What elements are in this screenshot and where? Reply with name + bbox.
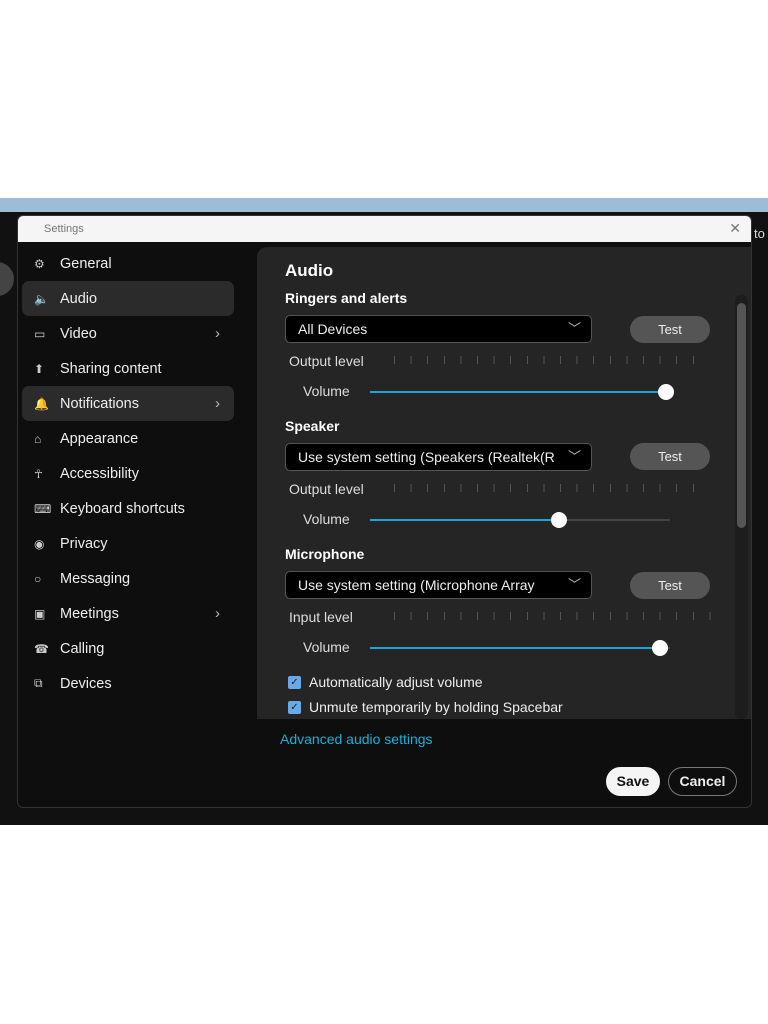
sidebar-item-notifications[interactable]: 🔔 Notifications › bbox=[22, 386, 234, 421]
calling-icon: ☎ bbox=[34, 641, 49, 656]
chevron-right-icon: › bbox=[215, 325, 220, 342]
devices-icon: ⧉ bbox=[34, 676, 43, 690]
ringers-volume-slider[interactable] bbox=[370, 384, 674, 400]
sidebar-item-video[interactable]: ▭ Video › bbox=[22, 316, 234, 351]
checkbox-checked-icon: ✓ bbox=[288, 675, 301, 689]
audio-panel: Audio Ringers and alerts All Devices ﹀ Te… bbox=[257, 247, 751, 719]
speaker-volume-slider[interactable] bbox=[370, 512, 670, 528]
appearance-icon: ⌂ bbox=[34, 431, 42, 446]
settings-dialog: Settings ✕ ⚙ General 🔈 Audio ▭ Video › ⬆ Sharing… bbox=[17, 215, 752, 808]
sharing-content-icon: ⬆ bbox=[34, 361, 45, 376]
sidebar-item-label: General bbox=[60, 255, 112, 272]
messaging-icon: ○ bbox=[34, 571, 42, 586]
unmute-spacebar-label: Unmute temporarily by holding Spacebar bbox=[309, 699, 563, 715]
sidebar-item-keyboard-shortcuts[interactable]: ⌨ Keyboard shortcuts bbox=[22, 491, 234, 526]
ringers-test-button[interactable]: Test bbox=[630, 316, 710, 343]
notifications-icon: 🔔 bbox=[34, 396, 49, 411]
ringers-level-meter bbox=[394, 356, 704, 364]
sidebar-item-devices[interactable]: ⧉ Devices bbox=[22, 666, 234, 701]
chevron-down-icon: ﹀ bbox=[567, 577, 581, 592]
accessibility-icon: ☥ bbox=[34, 466, 43, 481]
chevron-right-icon: › bbox=[215, 395, 220, 412]
cancel-button[interactable]: Cancel bbox=[668, 767, 737, 796]
speaker-device-value: Use system setting (Speakers (Realtek(R bbox=[298, 449, 555, 465]
scrollbar-thumb[interactable] bbox=[737, 303, 746, 528]
sidebar-item-label: Video bbox=[60, 325, 97, 342]
speaker-level-meter bbox=[394, 484, 704, 492]
save-button[interactable]: Save bbox=[606, 767, 660, 796]
ringers-device-select[interactable]: All Devices ﹀ bbox=[285, 315, 592, 343]
sidebar-item-calling[interactable]: ☎ Calling bbox=[22, 631, 234, 666]
video-icon: ▭ bbox=[34, 326, 46, 341]
sidebar-item-meetings[interactable]: ▣ Meetings › bbox=[22, 596, 234, 631]
speaker-device-select[interactable]: Use system setting (Speakers (Realtek(R ﹀ bbox=[285, 443, 592, 471]
microphone-device-value: Use system setting (Microphone Array bbox=[298, 577, 535, 593]
meetings-icon: ▣ bbox=[34, 606, 46, 621]
microphone-level-meter bbox=[394, 612, 712, 620]
microphone-input-level-label: Input level bbox=[289, 609, 353, 625]
page-title: Audio bbox=[285, 261, 334, 280]
microphone-volume-label: Volume bbox=[303, 639, 350, 655]
ringers-device-value: All Devices bbox=[298, 321, 368, 337]
speaker-heading: Speaker bbox=[285, 418, 340, 434]
slider-thumb[interactable] bbox=[551, 512, 568, 528]
speaker-volume-label: Volume bbox=[303, 511, 350, 527]
general-icon: ⚙ bbox=[34, 256, 45, 271]
auto-adjust-volume-checkbox[interactable]: ✓ Automatically adjust volume bbox=[288, 674, 483, 690]
chevron-right-icon: › bbox=[215, 605, 220, 622]
sidebar-item-label: Sharing content bbox=[60, 360, 162, 377]
desktop-strip bbox=[0, 198, 768, 212]
dialog-title: Settings bbox=[44, 223, 84, 235]
microphone-device-select[interactable]: Use system setting (Microphone Array ﹀ bbox=[285, 571, 592, 599]
sidebar-item-privacy[interactable]: ◉ Privacy bbox=[22, 526, 234, 561]
sidebar-item-label: Accessibility bbox=[60, 465, 139, 482]
title-bar: Settings ✕ bbox=[18, 216, 751, 242]
sidebar-item-label: Keyboard shortcuts bbox=[60, 500, 185, 517]
slider-fill bbox=[370, 519, 560, 521]
microphone-volume-slider[interactable] bbox=[370, 640, 670, 656]
slider-thumb[interactable] bbox=[651, 640, 668, 656]
sidebar-item-label: Notifications bbox=[60, 395, 139, 412]
ringers-heading: Ringers and alerts bbox=[285, 290, 408, 306]
sidebar-item-label: Devices bbox=[60, 675, 112, 692]
microphone-heading: Microphone bbox=[285, 546, 365, 562]
unmute-spacebar-checkbox[interactable]: ✓ Unmute temporarily by holding Spacebar bbox=[288, 699, 563, 715]
sidebar-item-sharing-content[interactable]: ⬆ Sharing content bbox=[22, 351, 234, 386]
sidebar-item-appearance[interactable]: ⌂ Appearance bbox=[22, 421, 234, 456]
slider-fill bbox=[370, 391, 666, 393]
speaker-test-button[interactable]: Test bbox=[630, 443, 710, 470]
sidebar-item-label: Calling bbox=[60, 640, 105, 657]
sidebar-item-general[interactable]: ⚙ General bbox=[22, 246, 234, 281]
slider-thumb[interactable] bbox=[657, 384, 674, 400]
checkbox-checked-icon: ✓ bbox=[288, 700, 301, 714]
sidebar-item-audio[interactable]: 🔈 Audio bbox=[22, 281, 234, 316]
sidebar-item-label: Messaging bbox=[60, 570, 131, 587]
keyboard-shortcuts-icon: ⌨ bbox=[34, 501, 52, 516]
privacy-icon: ◉ bbox=[34, 536, 45, 551]
audio-icon: 🔈 bbox=[34, 291, 49, 306]
auto-adjust-label: Automatically adjust volume bbox=[309, 674, 483, 690]
sidebar-item-label: Privacy bbox=[60, 535, 108, 552]
sidebar-item-messaging[interactable]: ○ Messaging bbox=[22, 561, 234, 596]
settings-sidebar: ⚙ General 🔈 Audio ▭ Video › ⬆ Sharing content 🔔 No… bbox=[22, 246, 234, 701]
speaker-output-level-label: Output level bbox=[289, 481, 364, 497]
sidebar-item-label: Audio bbox=[60, 290, 98, 307]
microphone-test-button[interactable]: Test bbox=[630, 572, 710, 599]
advanced-audio-settings-link[interactable]: Advanced audio settings bbox=[280, 731, 433, 747]
ringers-volume-label: Volume bbox=[303, 383, 350, 399]
background-text: to bbox=[754, 226, 765, 241]
scrollbar[interactable] bbox=[735, 295, 748, 719]
sidebar-item-accessibility[interactable]: ☥ Accessibility bbox=[22, 456, 234, 491]
ringers-output-level-label: Output level bbox=[289, 353, 364, 369]
chevron-down-icon: ﹀ bbox=[567, 321, 581, 336]
slider-fill bbox=[370, 647, 660, 649]
sidebar-item-label: Meetings bbox=[60, 605, 119, 622]
close-icon[interactable]: ✕ bbox=[729, 220, 741, 237]
chevron-down-icon: ﹀ bbox=[563, 446, 581, 465]
sidebar-item-label: Appearance bbox=[60, 430, 139, 447]
